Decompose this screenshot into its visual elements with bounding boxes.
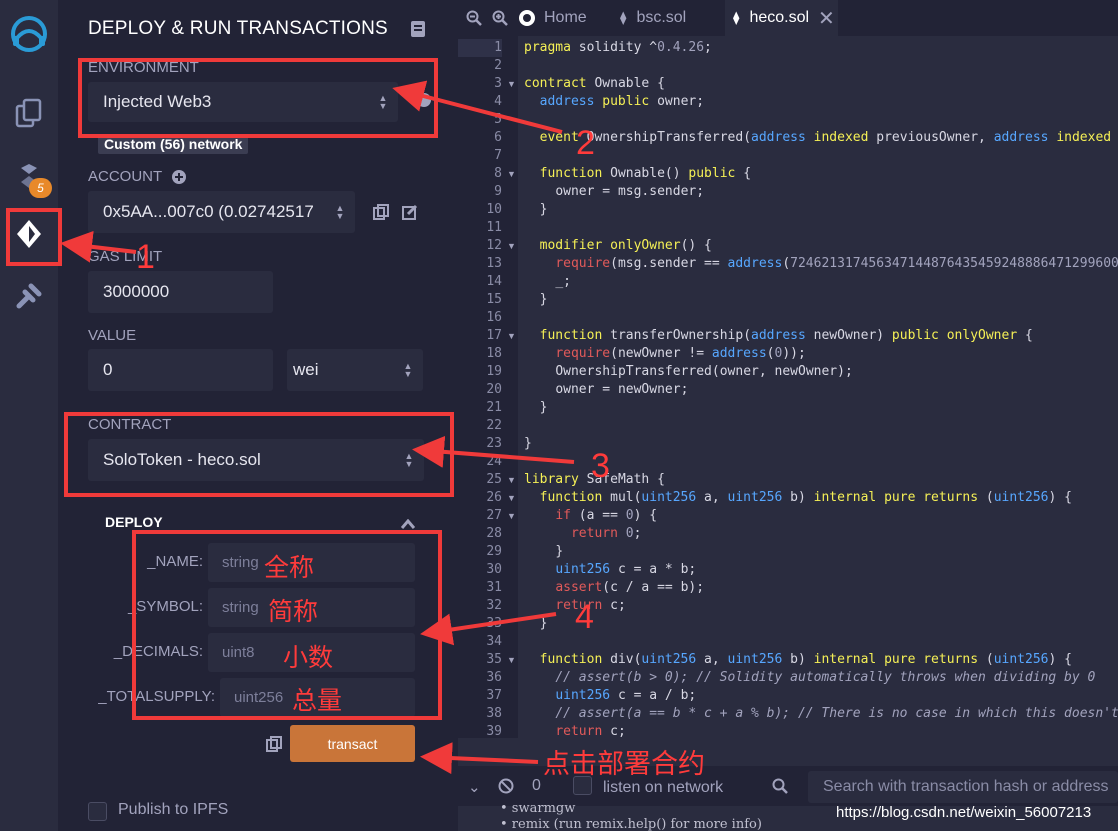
annotation-number: 3	[591, 447, 610, 485]
annotation-deploy-note: 点击部署合约	[543, 749, 705, 779]
annotation-arrows	[60, 80, 575, 775]
annotation-number: 4	[575, 598, 594, 636]
annotation-number: 2	[576, 124, 595, 162]
annotation-number: 1	[136, 238, 155, 276]
remix-ide: 5 DEPLOY & RUN TRANSACTIONS ENVIRONMENT …	[0, 0, 1118, 831]
